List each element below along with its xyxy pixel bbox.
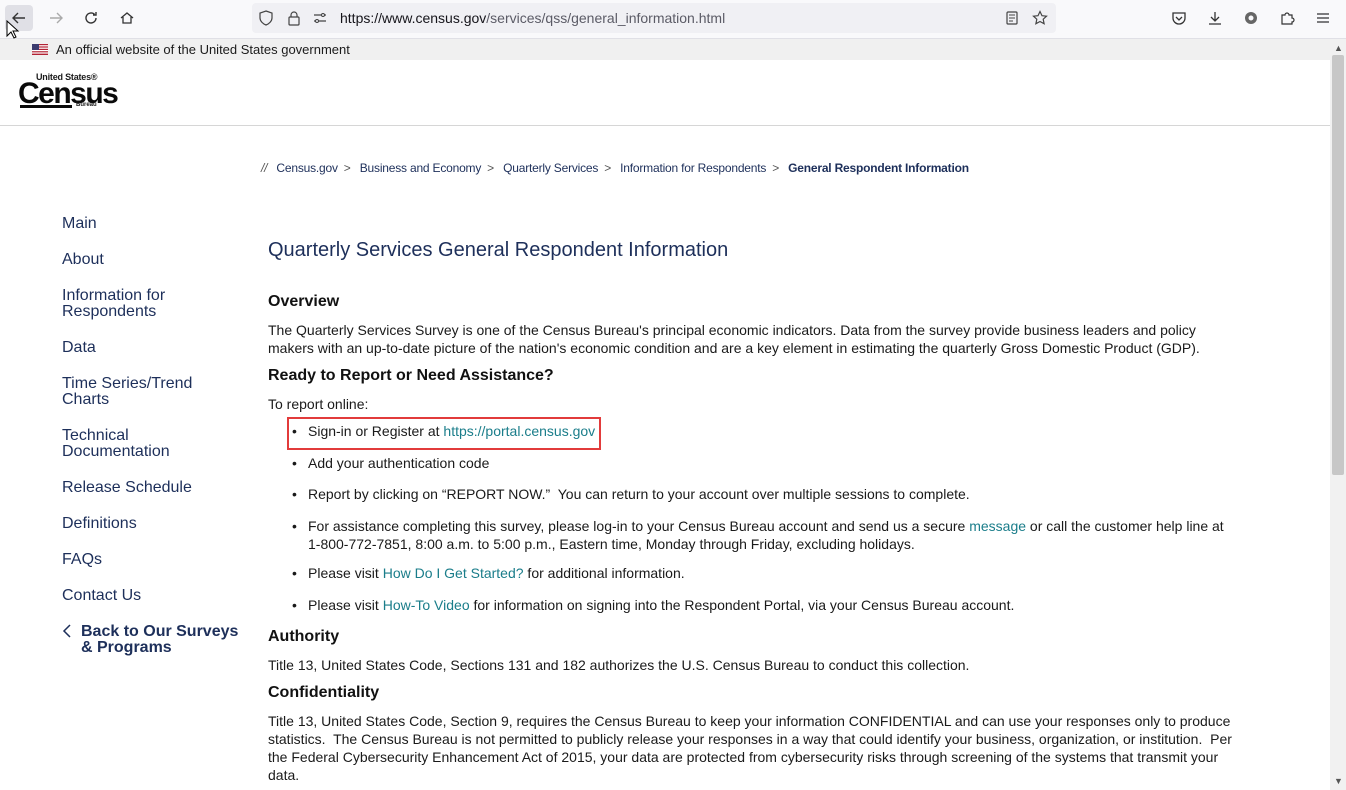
- list-item: Please visit How-To Video for informatio…: [292, 596, 1238, 614]
- pocket-icon: [1172, 12, 1186, 25]
- mouse-cursor-icon: [6, 20, 20, 39]
- page-scrollbar[interactable]: ▲ ▼: [1330, 39, 1346, 790]
- overview-text: The Quarterly Services Survey is one of …: [268, 322, 1200, 356]
- sidenav-item-technical-documentation[interactable]: Technical Documentation: [62, 428, 242, 460]
- bullet5-post: for additional information.: [523, 565, 685, 581]
- bookmark-star-icon[interactable]: [1032, 10, 1048, 26]
- bullet6-post: for information on signing into the Resp…: [469, 597, 1015, 613]
- bullet3-text: Report by clicking on “REPORT NOW.” You …: [308, 486, 970, 502]
- logo-bar: [20, 105, 72, 108]
- permissions-icon[interactable]: [312, 10, 328, 26]
- breadcrumb: // Census.gov > Business and Economy > Qua…: [261, 161, 969, 175]
- url-text[interactable]: https://www.census.gov/services/qss/gene…: [340, 10, 725, 26]
- list-item: Please visit How Do I Get Started? for a…: [292, 564, 1238, 582]
- bullet6-pre: Please visit: [308, 597, 383, 613]
- bullet2-text: Add your authentication code: [308, 455, 490, 471]
- highlight-box: [287, 417, 601, 450]
- url-path: /services/qss/general_information.html: [486, 10, 726, 26]
- download-icon: [1209, 12, 1221, 25]
- extensions-button[interactable]: [1273, 5, 1301, 31]
- site-header: United States® Census Bureau: [0, 60, 1330, 126]
- breadcrumb-separator: >: [772, 161, 780, 175]
- puzzle-icon: [1281, 12, 1295, 25]
- home-button[interactable]: [113, 5, 141, 31]
- breadcrumb-info-respondents[interactable]: Information for Respondents: [620, 161, 766, 175]
- browser-toolbar: https://www.census.gov/services/qss/gene…: [0, 0, 1346, 39]
- address-bar[interactable]: https://www.census.gov/services/qss/gene…: [252, 3, 1056, 33]
- breadcrumb-separator: >: [487, 161, 494, 175]
- census-logo[interactable]: United States® Census Bureau: [18, 72, 119, 112]
- url-domain: https://www.census.gov: [340, 10, 487, 26]
- sidenav-item-data[interactable]: Data: [62, 340, 242, 356]
- forward-button[interactable]: [42, 5, 70, 31]
- ready-heading: Ready to Report or Need Assistance?: [268, 367, 554, 384]
- home-icon: [120, 12, 134, 24]
- breadcrumb-current: General Respondent Information: [788, 161, 969, 175]
- authority-text: Title 13, United States Code, Sections 1…: [268, 657, 970, 673]
- reader-view-icon[interactable]: [1004, 10, 1020, 26]
- gov-banner-text: An official website of the United States…: [56, 42, 350, 57]
- scroll-down-icon[interactable]: ▼: [1334, 776, 1343, 786]
- extension-button[interactable]: [1237, 5, 1265, 31]
- how-to-video-link[interactable]: How-To Video: [383, 597, 470, 613]
- us-flag-icon: [32, 44, 48, 55]
- logo-bureau: Bureau: [76, 102, 97, 108]
- sidenav-item-definitions[interactable]: Definitions: [62, 516, 242, 532]
- chevron-left-icon: [62, 624, 71, 638]
- hamburger-menu-icon: [1317, 13, 1329, 23]
- breadcrumb-business-economy[interactable]: Business and Economy: [360, 161, 482, 175]
- message-link[interactable]: message: [969, 518, 1026, 534]
- pocket-button[interactable]: [1165, 5, 1193, 31]
- overview-heading: Overview: [268, 293, 340, 310]
- back-label: Back to Our Surveys & Programs: [81, 623, 239, 656]
- sidenav-back-to-surveys[interactable]: Back to Our Surveys & Programs: [62, 624, 242, 656]
- lock-icon[interactable]: [286, 10, 302, 26]
- sidenav-item-release-schedule[interactable]: Release Schedule: [62, 480, 242, 496]
- confidentiality-heading: Confidentiality: [268, 684, 380, 701]
- sidenav-item-time-series[interactable]: Time Series/Trend Charts: [62, 376, 242, 408]
- list-item: For assistance completing this survey, p…: [292, 517, 1238, 553]
- extension-gear-icon: [1245, 12, 1257, 24]
- bullet4-pre: For assistance completing this survey, p…: [308, 518, 970, 534]
- reload-icon: [85, 12, 97, 24]
- sidenav-item-contact-us[interactable]: Contact Us: [62, 588, 242, 604]
- sidenav-item-faqs[interactable]: FAQs: [62, 552, 242, 568]
- breadcrumb-slash: //: [261, 161, 268, 175]
- shield-icon[interactable]: [258, 10, 274, 26]
- scrollbar-thumb[interactable]: [1332, 55, 1344, 475]
- breadcrumb-separator: >: [604, 161, 612, 175]
- reload-button[interactable]: [77, 5, 105, 31]
- breadcrumb-separator: >: [343, 161, 351, 175]
- page-title: Quarterly Services General Respondent In…: [268, 239, 729, 261]
- how-do-i-get-started-link[interactable]: How Do I Get Started?: [383, 565, 524, 581]
- confidentiality-text: Title 13, United States Code, Section 9,…: [268, 713, 1236, 783]
- list-item: Report by clicking on “REPORT NOW.” You …: [292, 485, 1238, 503]
- downloads-button[interactable]: [1201, 5, 1229, 31]
- breadcrumb-census-gov[interactable]: Census.gov: [276, 161, 338, 175]
- scroll-up-icon[interactable]: ▲: [1334, 43, 1343, 53]
- report-intro: To report online:: [268, 396, 369, 412]
- sidenav-item-main[interactable]: Main: [62, 216, 242, 232]
- authority-heading: Authority: [268, 628, 340, 645]
- list-item: Add your authentication code: [292, 454, 1238, 472]
- arrow-right-icon: [50, 12, 63, 24]
- breadcrumb-quarterly-services[interactable]: Quarterly Services: [503, 161, 598, 175]
- menu-button[interactable]: [1309, 5, 1337, 31]
- side-navigation: Main About Information for Respondents D…: [62, 216, 242, 676]
- sidenav-item-about[interactable]: About: [62, 252, 242, 268]
- sidenav-item-information-for-respondents[interactable]: Information for Respondents: [62, 288, 242, 320]
- bullet5-pre: Please visit: [308, 565, 383, 581]
- gov-banner: An official website of the United States…: [0, 39, 1330, 60]
